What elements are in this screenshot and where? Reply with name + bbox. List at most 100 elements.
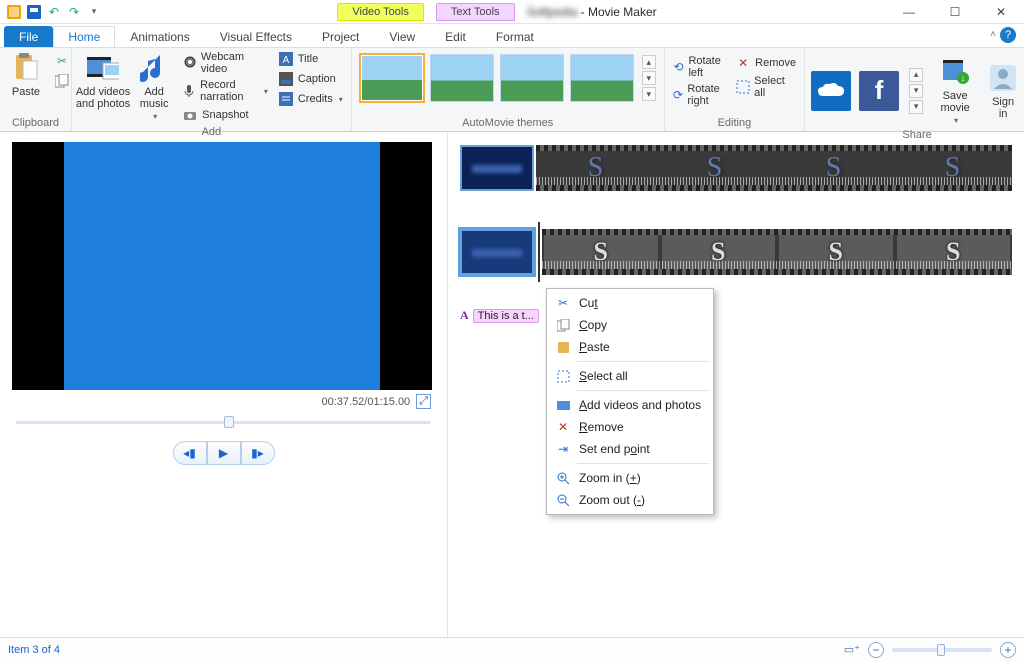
tab-edit[interactable]: Edit <box>430 26 481 47</box>
window-maximize-button[interactable]: ☐ <box>932 0 978 24</box>
ctx-copy[interactable]: Copy <box>549 314 711 336</box>
help-icon[interactable]: ? <box>1000 27 1016 43</box>
seek-slider[interactable] <box>16 413 431 431</box>
ribbon: Paste ✂ Clipboard Add videos and photos … <box>0 48 1024 132</box>
playhead[interactable] <box>538 222 540 282</box>
video-preview[interactable] <box>12 142 432 390</box>
title-bar: ↶ ↷ ▾ Video Tools Text Tools Softpedia -… <box>0 0 1024 24</box>
share-facebook-button[interactable]: f <box>859 71 899 111</box>
end-point-icon: ⇥ <box>555 441 571 457</box>
group-label-automovie: AutoMovie themes <box>358 115 658 131</box>
webcam-icon <box>182 55 197 71</box>
seek-slider-knob[interactable] <box>224 416 234 428</box>
gallery-expand-button[interactable]: ▾ <box>642 87 656 101</box>
play-button[interactable]: ▶ <box>207 441 241 465</box>
share-gallery-up[interactable]: ▴ <box>909 68 923 82</box>
add-music-button[interactable]: Add music <box>134 50 174 123</box>
ctx-set-end-point[interactable]: ⇥Set end point <box>549 438 711 460</box>
tab-project[interactable]: Project <box>307 26 374 47</box>
text-overlay-track[interactable]: A This is a t... <box>460 308 1012 323</box>
text-tools-tab-header[interactable]: Text Tools <box>436 3 515 21</box>
credits-icon <box>278 91 294 107</box>
collapse-ribbon-icon[interactable]: ˄ <box>990 29 996 40</box>
tab-home[interactable]: Home <box>53 26 115 47</box>
ctx-remove[interactable]: ✕Remove <box>549 416 711 438</box>
theme-thumbnail[interactable] <box>570 54 634 102</box>
next-frame-button[interactable]: ▮▸ <box>241 441 275 465</box>
add-title-button[interactable]: ATitle <box>276 50 345 68</box>
zoom-out-button[interactable]: − <box>868 642 884 658</box>
ctx-paste[interactable]: Paste <box>549 336 711 358</box>
sign-in-button[interactable]: Sign in <box>983 60 1023 122</box>
add-credits-button[interactable]: Credits <box>276 90 345 108</box>
theme-thumbnail[interactable] <box>360 54 424 102</box>
zoom-in-button[interactable]: + <box>1000 642 1016 658</box>
remove-button[interactable]: ✕Remove <box>733 54 798 72</box>
prev-frame-button[interactable]: ◂▮ <box>173 441 207 465</box>
qat-redo-icon[interactable]: ↷ <box>66 4 82 20</box>
storyboard-pane[interactable]: S S S S S S S S A This is a t... <box>448 132 1024 637</box>
clip-thumbnail[interactable] <box>460 229 534 275</box>
record-narration-button[interactable]: Record narration <box>180 78 270 104</box>
scissors-icon: ✂ <box>555 295 571 311</box>
ctx-add-videos[interactable]: Add videos and photos <box>549 394 711 416</box>
webcam-video-button[interactable]: Webcam video <box>180 50 270 76</box>
qat-save-icon[interactable] <box>26 4 42 20</box>
share-onedrive-button[interactable] <box>811 71 851 111</box>
theme-thumbnail[interactable] <box>500 54 564 102</box>
ctx-cut[interactable]: ✂Cut <box>549 292 711 314</box>
save-movie-icon: ↓ <box>939 56 971 88</box>
qat-customize-dropdown[interactable]: ▾ <box>86 4 102 20</box>
timecode-label: 00:37.52/01:15.00 <box>321 396 410 408</box>
qat-undo-icon[interactable]: ↶ <box>46 4 62 20</box>
automovie-themes-gallery[interactable]: ▴ ▾ ▾ <box>358 50 658 106</box>
add-videos-photos-button[interactable]: Add videos and photos <box>78 50 128 112</box>
select-all-button[interactable]: Select all <box>733 74 798 100</box>
zoom-slider-knob[interactable] <box>937 644 945 656</box>
tab-file[interactable]: File <box>4 26 53 47</box>
tab-view[interactable]: View <box>374 26 430 47</box>
tab-visual-effects[interactable]: Visual Effects <box>205 26 307 47</box>
rotate-left-icon: ⟲ <box>673 59 685 75</box>
video-tools-tab-header[interactable]: Video Tools <box>337 3 423 21</box>
share-gallery-down[interactable]: ▾ <box>909 84 923 98</box>
ctx-zoom-out[interactable]: Zoom out (-) <box>549 489 711 511</box>
group-label-clipboard: Clipboard <box>6 115 65 131</box>
fullscreen-icon[interactable]: ⤢ <box>416 394 431 409</box>
timeline-strip-1[interactable]: S S S S <box>460 140 1012 196</box>
ctx-zoom-in[interactable]: Zoom in (+) <box>549 467 711 489</box>
paste-icon <box>555 339 571 355</box>
window-minimize-button[interactable]: — <box>886 0 932 24</box>
gallery-down-button[interactable]: ▾ <box>642 71 656 85</box>
ctx-select-all[interactable]: Select all <box>549 365 711 387</box>
tab-format[interactable]: Format <box>481 26 549 47</box>
rotate-left-button[interactable]: ⟲Rotate left <box>671 54 727 80</box>
gallery-up-button[interactable]: ▴ <box>642 55 656 69</box>
zoom-slider[interactable] <box>892 648 992 652</box>
snapshot-button[interactable]: Snapshot <box>180 106 270 124</box>
window-title: Softpedia - Movie Maker <box>527 5 657 19</box>
text-track-label[interactable]: This is a t... <box>473 309 539 323</box>
window-close-button[interactable]: ✕ <box>978 0 1024 24</box>
film-photo-icon <box>555 397 571 413</box>
save-movie-button[interactable]: ↓ Save movie <box>935 54 975 127</box>
rotate-right-button[interactable]: ⟳Rotate right <box>671 82 727 108</box>
select-all-icon <box>735 79 750 95</box>
copy-button[interactable] <box>52 72 72 90</box>
remove-icon: ✕ <box>735 55 751 71</box>
timeline-strip-2[interactable]: S S S S <box>460 224 1012 280</box>
magnifier-minus-icon <box>555 492 571 508</box>
paste-button[interactable]: Paste <box>6 50 46 100</box>
onedrive-icon <box>818 82 844 100</box>
add-caption-button[interactable]: Caption <box>276 70 345 88</box>
status-item-count: Item 3 of 4 <box>8 644 60 656</box>
rotate-right-icon: ⟳ <box>673 87 684 103</box>
select-all-icon <box>555 368 571 384</box>
cut-button[interactable]: ✂ <box>52 52 72 70</box>
thumbnail-size-icon[interactable]: ▭⁺ <box>844 643 860 656</box>
tab-animations[interactable]: Animations <box>115 26 204 47</box>
share-gallery-expand[interactable]: ▾ <box>909 100 923 114</box>
group-label-editing: Editing <box>671 115 798 131</box>
theme-thumbnail[interactable] <box>430 54 494 102</box>
clip-thumbnail[interactable] <box>460 145 534 191</box>
